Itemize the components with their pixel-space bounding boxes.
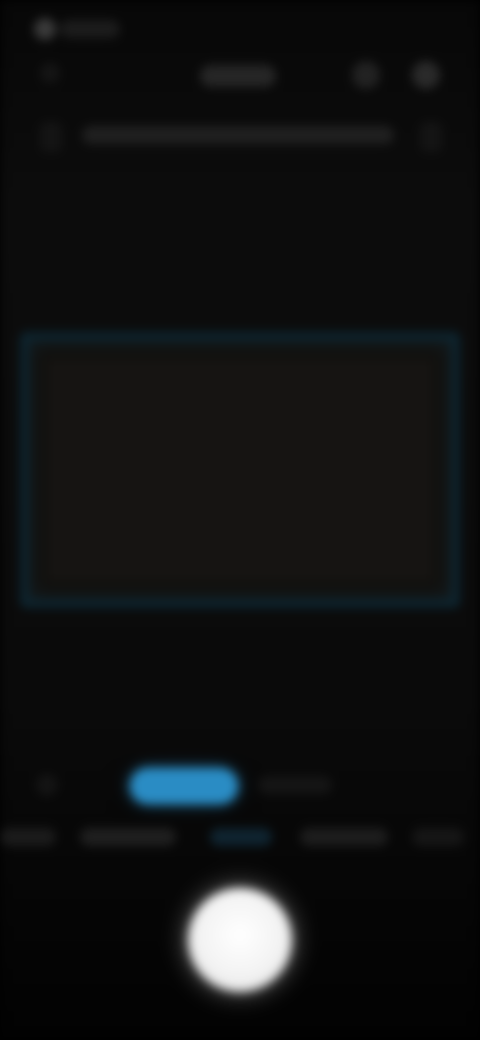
right-indicator [420,122,442,152]
top-toolbar [0,55,480,105]
camera-screen [0,0,480,1040]
hint-bar [82,126,394,144]
mode-tab[interactable] [210,828,272,846]
mode-active-tab[interactable] [130,768,238,804]
chevron-left-icon[interactable] [40,63,60,83]
viewfinder[interactable] [20,332,460,608]
mode-selector [0,760,480,810]
status-text [60,20,120,38]
toolbar-center-label[interactable] [200,65,276,87]
mode-option-icon[interactable] [36,774,58,796]
mode-tab[interactable] [300,828,388,846]
mode-tab[interactable] [80,828,176,846]
mode-tab[interactable] [412,828,464,846]
status-icon [34,18,56,40]
mode-strip [0,818,480,858]
shutter-button[interactable] [188,888,292,992]
mode-tab-next[interactable] [258,776,332,794]
status-bar [0,0,480,60]
flash-icon[interactable] [352,61,380,89]
left-indicator [40,122,62,152]
mode-tab[interactable] [0,828,56,846]
settings-icon[interactable] [412,61,440,89]
viewfinder-preview [48,360,432,580]
